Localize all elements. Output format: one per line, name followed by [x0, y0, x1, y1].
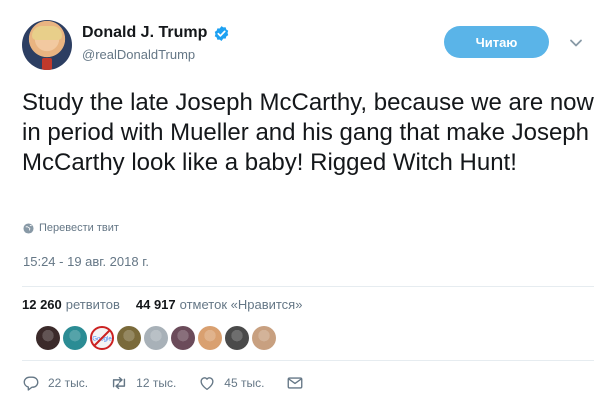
- author-name[interactable]: Donald J. Trump: [82, 24, 207, 42]
- retweet-count: 12 тыс.: [136, 376, 177, 390]
- liker-avatar[interactable]: [36, 326, 60, 350]
- author-avatar[interactable]: [22, 20, 72, 70]
- translate-tweet-link[interactable]: Перевести твит: [23, 222, 119, 234]
- divider: [22, 360, 594, 361]
- divider: [22, 286, 594, 287]
- author-handle[interactable]: @realDonaldTrump: [82, 47, 230, 62]
- like-count: 45 тыс.: [224, 376, 265, 390]
- tweet-timestamp[interactable]: 15:24 - 19 авг. 2018 г.: [23, 254, 149, 269]
- reply-icon[interactable]: [22, 374, 40, 392]
- liker-avatar[interactable]: [198, 326, 222, 350]
- retweets-label[interactable]: ретвитов: [66, 297, 120, 312]
- liker-avatar[interactable]: [171, 326, 195, 350]
- liker-avatar[interactable]: [225, 326, 249, 350]
- translate-label[interactable]: Перевести твит: [39, 222, 119, 234]
- reply-count: 22 тыс.: [48, 376, 89, 390]
- envelope-icon[interactable]: [286, 374, 304, 392]
- no-google-icon: Google: [90, 326, 114, 350]
- reply-action[interactable]: 22 тыс.: [22, 374, 88, 392]
- following-button[interactable]: Читаю: [444, 26, 549, 58]
- author-info: Donald J. Trump @realDonaldTrump: [82, 24, 230, 62]
- direct-message-action[interactable]: [286, 374, 304, 392]
- liker-avatar-google[interactable]: Google: [90, 326, 114, 350]
- like-action[interactable]: 45 тыс.: [198, 374, 264, 392]
- retweets-count[interactable]: 12 260: [22, 297, 62, 312]
- retweet-action[interactable]: 12 тыс.: [110, 374, 176, 392]
- chevron-down-icon[interactable]: [569, 36, 583, 50]
- tweet-stats: 12 260 ретвитов 44 917 отметок «Нравится…: [22, 297, 302, 312]
- liker-avatar[interactable]: [117, 326, 141, 350]
- likers-avatars: Google: [36, 326, 276, 350]
- tweet-actions: 22 тыс. 12 тыс. 45 тыс.: [22, 374, 326, 392]
- likes-label[interactable]: отметок «Нравится»: [180, 297, 303, 312]
- tweet-text: Study the late Joseph McCarthy, because …: [22, 89, 594, 176]
- liker-avatar[interactable]: [63, 326, 87, 350]
- verified-badge-icon: [215, 25, 229, 41]
- heart-icon[interactable]: [198, 374, 216, 392]
- retweet-icon[interactable]: [110, 374, 128, 392]
- tweet-header: Donald J. Trump @realDonaldTrump Читаю: [22, 18, 602, 74]
- likes-count[interactable]: 44 917: [136, 297, 176, 312]
- liker-avatar[interactable]: [144, 326, 168, 350]
- liker-avatar[interactable]: [252, 326, 276, 350]
- globe-icon: [23, 222, 34, 234]
